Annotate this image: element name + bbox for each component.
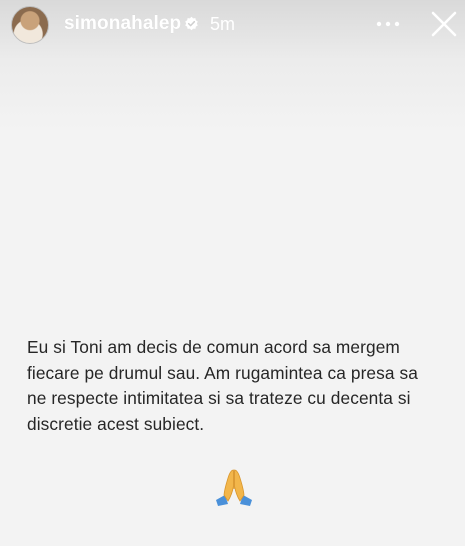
story-time: 5m [210,14,236,34]
verified-badge-icon [185,16,198,31]
story-view: simonahalep 5m Eu si Toni am decis de co… [0,0,465,546]
close-icon[interactable] [430,10,458,38]
avatar[interactable] [11,6,49,44]
story-header: simonahalep 5m [0,0,465,52]
folded-hands-emoji [216,469,252,506]
story-message: Eu si Toni am decis de comun acord sa me… [27,337,418,434]
more-options-icon[interactable] [373,14,403,34]
username-label[interactable]: simonahalep [64,13,181,35]
